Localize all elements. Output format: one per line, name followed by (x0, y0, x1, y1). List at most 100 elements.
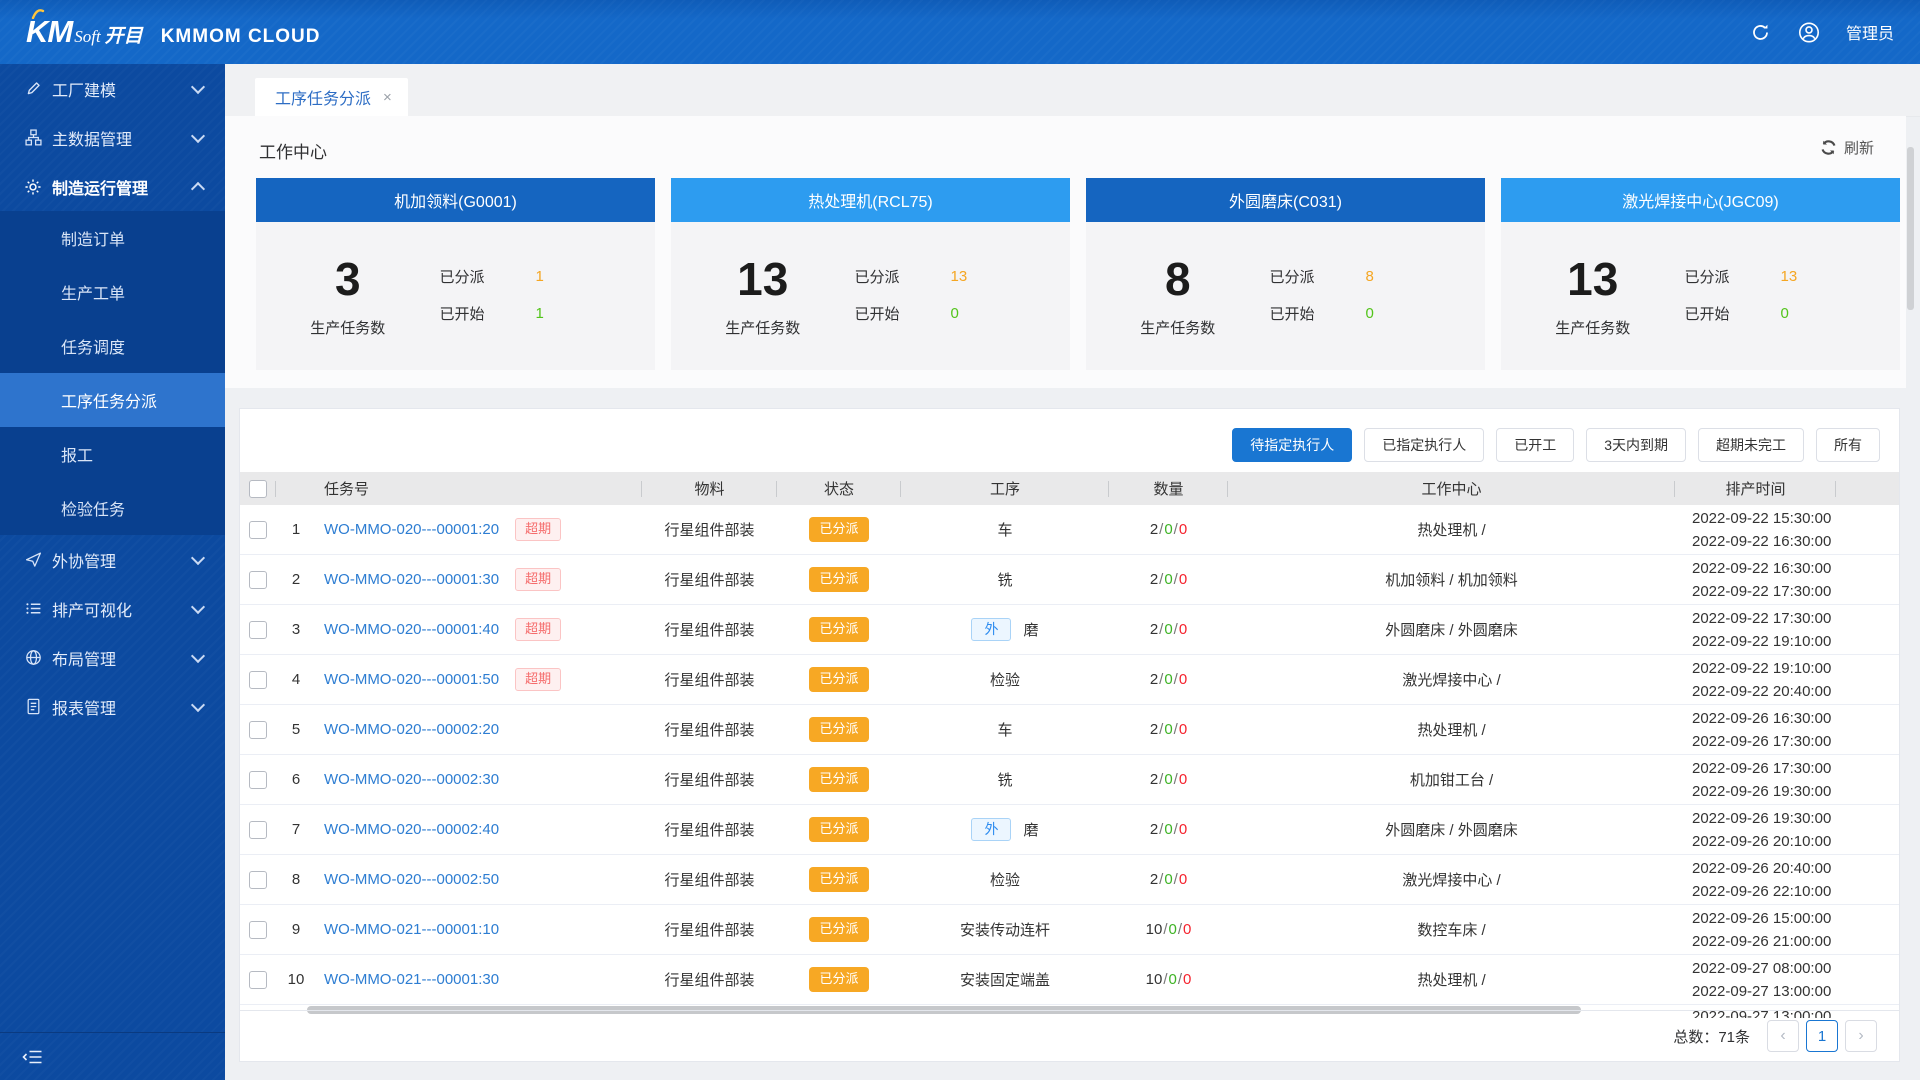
row-checkbox[interactable] (249, 720, 267, 739)
prev-page-button[interactable]: ‹ (1767, 1020, 1799, 1052)
row-index: 7 (291, 821, 301, 838)
filter-due-3-days[interactable]: 3天内到期 (1586, 428, 1686, 462)
row-checkbox[interactable] (249, 520, 267, 539)
workcenter-cell: 数控车床 / (1417, 922, 1486, 939)
task-link[interactable]: WO-MMO-021---00001:30 (324, 971, 499, 988)
sidebar-item-outsourcing[interactable]: 外协管理 (0, 535, 225, 584)
row-checkbox[interactable] (249, 970, 267, 989)
filter-assigned-assignee[interactable]: 已指定执行人 (1364, 428, 1485, 462)
workcenter-card[interactable]: 热处理机(RCL75) 13 生产任务数 已分派 13 已开始 0 (671, 178, 1070, 370)
task-link[interactable]: WO-MMO-020---00001:20 (324, 521, 499, 538)
assigned-value: 13 (950, 268, 968, 285)
sidebar: 工厂建模 主数据管理 制造运行管理 制造订单 生产工单 任务调度 工序任务分派 … (0, 64, 225, 1080)
chevron-up-icon (190, 181, 206, 196)
table-row: 6 WO-MMO-020---00002:30 行星组件部装 已分派 铣 2 /… (240, 755, 1899, 805)
task-link[interactable]: WO-MMO-020---00002:20 (324, 721, 499, 738)
next-page-button[interactable]: › (1845, 1020, 1877, 1052)
workcenter-cards: 机加领料(G0001) 3 生产任务数 已分派 1 已开始 1 热处理机(RCL75… (256, 178, 1900, 370)
task-link[interactable]: WO-MMO-020---00002:50 (324, 871, 499, 888)
header-material: 物料 (642, 472, 777, 505)
task-count: 3 (334, 253, 361, 305)
row-checkbox[interactable] (249, 870, 267, 889)
pencil-icon (24, 80, 42, 98)
row-checkbox[interactable] (249, 570, 267, 589)
status-badge: 已分派 (809, 617, 869, 642)
row-checkbox[interactable] (249, 670, 267, 689)
sidebar-item-process-task-dispatch[interactable]: 工序任务分派 (0, 373, 225, 427)
task-link[interactable]: WO-MMO-020---00002:30 (324, 771, 499, 788)
sidebar-item-manufacturing-orders[interactable]: 制造订单 (0, 211, 225, 265)
workcenter-card-title: 机加领料(G0001) (256, 178, 655, 222)
select-all-checkbox[interactable] (249, 479, 267, 498)
workcenter-panel: 工作中心 刷新 机加领料(G0001) 3 生产任务数 已分派 1 已开始 1 … (225, 116, 1906, 388)
sidebar-item-task-scheduling[interactable]: 任务调度 (0, 319, 225, 373)
workcenter-cell: 机加领料 / 机加领料 (1385, 572, 1518, 589)
user-avatar-icon[interactable] (1798, 21, 1820, 43)
task-table-panel: 待指定执行人 已指定执行人 已开工 3天内到期 超期未完工 所有 任务号 物料 … (239, 408, 1900, 1062)
filter-pending-assignee[interactable]: 待指定执行人 (1232, 428, 1353, 462)
filter-started[interactable]: 已开工 (1496, 428, 1575, 462)
started-value: 0 (1365, 305, 1374, 322)
assigned-label: 已分派 (854, 269, 900, 286)
outsource-badge: 外 (971, 817, 1012, 842)
sidebar-item-master-data[interactable]: 主数据管理 (0, 113, 225, 162)
sidebar-item-reports[interactable]: 报表管理 (0, 682, 225, 731)
org-nodes-icon (24, 129, 42, 147)
table-row: 3 WO-MMO-020---00001:40 超期 行星组件部装 已分派 外磨 … (240, 605, 1899, 655)
started-label: 已开始 (439, 306, 485, 323)
row-checkbox[interactable] (249, 820, 267, 839)
task-link[interactable]: WO-MMO-020---00001:30 (324, 571, 499, 588)
page-1-button[interactable]: 1 (1806, 1020, 1838, 1052)
logo-km-text: KM (26, 14, 73, 49)
row-checkbox[interactable] (249, 620, 267, 639)
row-checkbox[interactable] (249, 770, 267, 789)
material-cell: 行星组件部装 (664, 622, 755, 639)
task-count-label: 生产任务数 (725, 320, 801, 337)
task-link[interactable]: WO-MMO-020---00001:40 (324, 621, 499, 638)
refresh-button[interactable]: 刷新 (1814, 136, 1880, 159)
close-icon[interactable]: × (383, 89, 392, 106)
sidebar-item-work-report[interactable]: 报工 (0, 427, 225, 481)
time-cell: 2022-09-22 17:30:00 2022-09-22 19:10:00 (1692, 609, 1832, 650)
header-workcenter: 工作中心 (1228, 472, 1675, 505)
sidebar-item-layout[interactable]: 布局管理 (0, 633, 225, 682)
sidebar-item-factory-modeling[interactable]: 工厂建模 (0, 64, 225, 113)
list-icon (24, 600, 42, 618)
workcenter-card[interactable]: 外圆磨床(C031) 8 生产任务数 已分派 8 已开始 0 (1086, 178, 1485, 370)
table-row: 1 WO-MMO-020---00001:20 超期 行星组件部装 已分派 车 2… (240, 505, 1899, 555)
started-label: 已开始 (1269, 306, 1315, 323)
sidebar-item-scheduling-viz[interactable]: 排产可视化 (0, 584, 225, 633)
sidebar-item-production-orders[interactable]: 生产工单 (0, 265, 225, 319)
row-checkbox[interactable] (249, 920, 267, 939)
workcenter-card[interactable]: 激光焊接中心(JGC09) 13 生产任务数 已分派 13 已开始 0 (1501, 178, 1900, 370)
process-cell: 检验 (989, 672, 1020, 689)
row-index: 4 (291, 671, 301, 688)
tab-process-task-dispatch[interactable]: 工序任务分派 × (255, 78, 408, 116)
sidebar-item-inspection-tasks[interactable]: 检验任务 (0, 481, 225, 535)
filter-overdue[interactable]: 超期未完工 (1698, 428, 1804, 462)
vertical-scrollbar[interactable] (1907, 147, 1914, 310)
filter-all[interactable]: 所有 (1816, 428, 1880, 462)
outsource-badge: 外 (971, 617, 1012, 642)
started-value: 0 (950, 305, 959, 322)
task-link[interactable]: WO-MMO-020---00001:50 (324, 671, 499, 688)
collapse-sidebar-icon[interactable] (22, 1047, 46, 1067)
material-cell: 行星组件部装 (664, 522, 755, 539)
status-badge: 已分派 (809, 517, 869, 542)
refresh-icon[interactable] (1750, 21, 1772, 43)
current-user-label[interactable]: 管理员 (1846, 20, 1894, 44)
process-cell: 铣 (997, 572, 1013, 589)
chevron-down-icon (190, 648, 206, 663)
task-link[interactable]: WO-MMO-021---00001:10 (324, 921, 499, 938)
sidebar-item-label: 排产可视化 (52, 602, 133, 620)
task-link[interactable]: WO-MMO-020---00002:40 (324, 821, 499, 838)
workcenter-cell: 热处理机 / (1417, 522, 1486, 539)
workcenter-card[interactable]: 机加领料(G0001) 3 生产任务数 已分派 1 已开始 1 (256, 178, 655, 370)
brand-title: KMMOM CLOUD (160, 26, 321, 47)
workcenter-cell: 激光焊接中心 / (1402, 672, 1501, 689)
sidebar-item-manufacturing-ops[interactable]: 制造运行管理 (0, 162, 225, 211)
status-badge: 已分派 (809, 717, 869, 742)
task-table: 任务号 物料 状态 工序 数量 工作中心 排产时间 1 WO-MMO-020--… (240, 472, 1899, 1018)
table-header: 任务号 物料 状态 工序 数量 工作中心 排产时间 (240, 472, 1899, 505)
workcenter-cell: 激光焊接中心 / (1402, 872, 1501, 889)
